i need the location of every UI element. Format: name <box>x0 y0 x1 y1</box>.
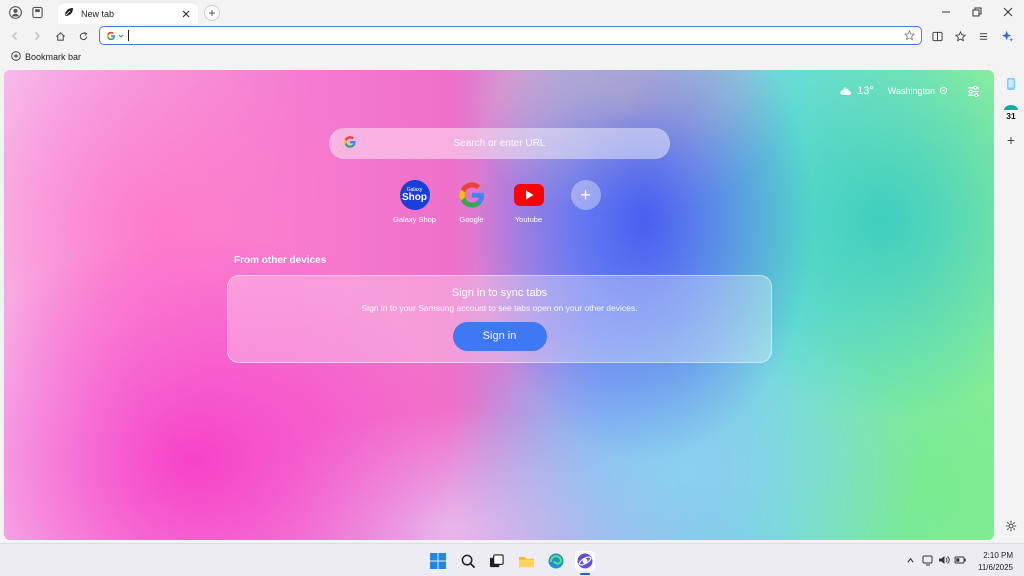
split-view-icon[interactable] <box>929 28 945 44</box>
google-icon <box>457 180 487 210</box>
forward-icon[interactable] <box>29 28 45 44</box>
shortcut-label: Galaxy Shop <box>393 215 436 224</box>
shortcut-youtube[interactable]: Youtube <box>500 180 557 224</box>
calendar-icon[interactable]: 31 <box>1001 102 1021 122</box>
weather-widget[interactable]: 13° Washington <box>839 84 948 98</box>
new-tab-page: 13° Washington Search or enter URL Galax… <box>4 70 994 540</box>
google-icon <box>106 31 115 40</box>
task-view-icon[interactable] <box>486 551 506 571</box>
system-clock[interactable]: 2:10 PM 11/6/2025 <box>978 550 1013 574</box>
search-placeholder: Search or enter URL <box>453 138 546 149</box>
restore-icon[interactable] <box>968 4 986 20</box>
bookmark-bar-label: Bookmark bar <box>25 52 82 62</box>
bookmark-star-icon[interactable] <box>903 30 915 42</box>
search-icon[interactable] <box>458 551 478 571</box>
bookmark-bar-item[interactable]: Bookmark bar <box>11 51 81 63</box>
favorites-icon[interactable] <box>952 28 968 44</box>
tab-new-tab[interactable]: New tab <box>58 3 198 24</box>
shortcut-label: Google <box>459 215 484 224</box>
shortcut-label: Youtube <box>514 215 543 224</box>
add-shortcut-button[interactable]: + <box>557 180 614 224</box>
file-explorer-icon[interactable] <box>516 551 536 571</box>
search-box[interactable]: Search or enter URL <box>329 128 670 159</box>
sync-description: Sign in to your Samsung account to see t… <box>361 303 638 313</box>
toolbar <box>0 26 1024 46</box>
sync-tabs-card: Sign in to sync tabs Sign in to your Sam… <box>227 275 772 363</box>
text-caret <box>128 30 129 41</box>
svg-text:31: 31 <box>1006 111 1016 120</box>
sync-title: Sign in to sync tabs <box>451 287 548 299</box>
ai-assistant-icon[interactable] <box>999 28 1015 44</box>
chevron-up-icon[interactable] <box>903 553 917 567</box>
weather-temperature: 13° <box>857 85 874 97</box>
minimize-icon[interactable] <box>937 4 955 20</box>
close-icon[interactable] <box>180 8 192 20</box>
from-other-devices-heading: From other devices <box>234 255 327 266</box>
weather-city: Washington <box>887 86 935 96</box>
profile-icon[interactable] <box>7 4 23 20</box>
side-panel: 31 + <box>997 70 1024 540</box>
active-app-indicator <box>580 573 590 575</box>
leaf-icon <box>64 7 74 20</box>
side-panel-phone-icon[interactable] <box>1001 74 1021 94</box>
youtube-icon <box>513 180 544 210</box>
add-circle-icon <box>11 51 21 63</box>
home-icon[interactable] <box>52 28 68 44</box>
sliders-icon <box>967 85 979 97</box>
new-tab-button[interactable]: + <box>204 5 220 21</box>
shortcuts-grid: Galaxy Shop Galaxy Shop Google Youtube + <box>386 180 614 224</box>
cloudy-night-icon <box>839 84 853 98</box>
sign-in-button[interactable]: Sign in <box>452 322 547 351</box>
shortcut-google[interactable]: Google <box>443 180 500 224</box>
window-close-icon[interactable] <box>999 4 1017 20</box>
chevron-down-icon <box>118 34 124 38</box>
menu-icon[interactable] <box>975 28 991 44</box>
tab-title: New tab <box>81 8 115 19</box>
back-icon[interactable] <box>7 28 23 44</box>
search-engine-selector[interactable] <box>106 31 124 41</box>
shortcut-galaxy-shop[interactable]: Galaxy Shop Galaxy Shop <box>386 180 443 224</box>
taskbar: 2:10 PM 11/6/2025 <box>0 543 1024 576</box>
clock-time: 2:10 PM <box>983 551 1013 560</box>
network-icon[interactable] <box>921 553 935 567</box>
reload-icon[interactable] <box>75 28 91 44</box>
edge-browser-icon[interactable] <box>546 551 566 571</box>
url-input[interactable] <box>133 30 903 41</box>
tab-manager-icon[interactable] <box>29 4 45 20</box>
clock-date: 11/6/2025 <box>978 563 1013 572</box>
plus-icon: + <box>570 180 601 210</box>
volume-icon[interactable] <box>937 553 951 567</box>
samsung-internet-icon[interactable] <box>575 551 595 571</box>
bookmark-bar: Bookmark bar <box>0 46 1024 68</box>
battery-icon[interactable] <box>953 553 967 567</box>
gear-icon[interactable] <box>1001 516 1021 536</box>
location-target-icon <box>939 86 948 97</box>
customize-page-button[interactable] <box>964 82 982 100</box>
tab-strip: New tab + <box>0 0 1024 26</box>
windows-start-icon[interactable] <box>428 551 448 571</box>
add-panel-button[interactable]: + <box>1001 130 1021 150</box>
galaxy-shop-icon: Galaxy Shop <box>399 180 430 210</box>
address-bar[interactable] <box>99 26 922 45</box>
google-icon <box>343 135 357 152</box>
